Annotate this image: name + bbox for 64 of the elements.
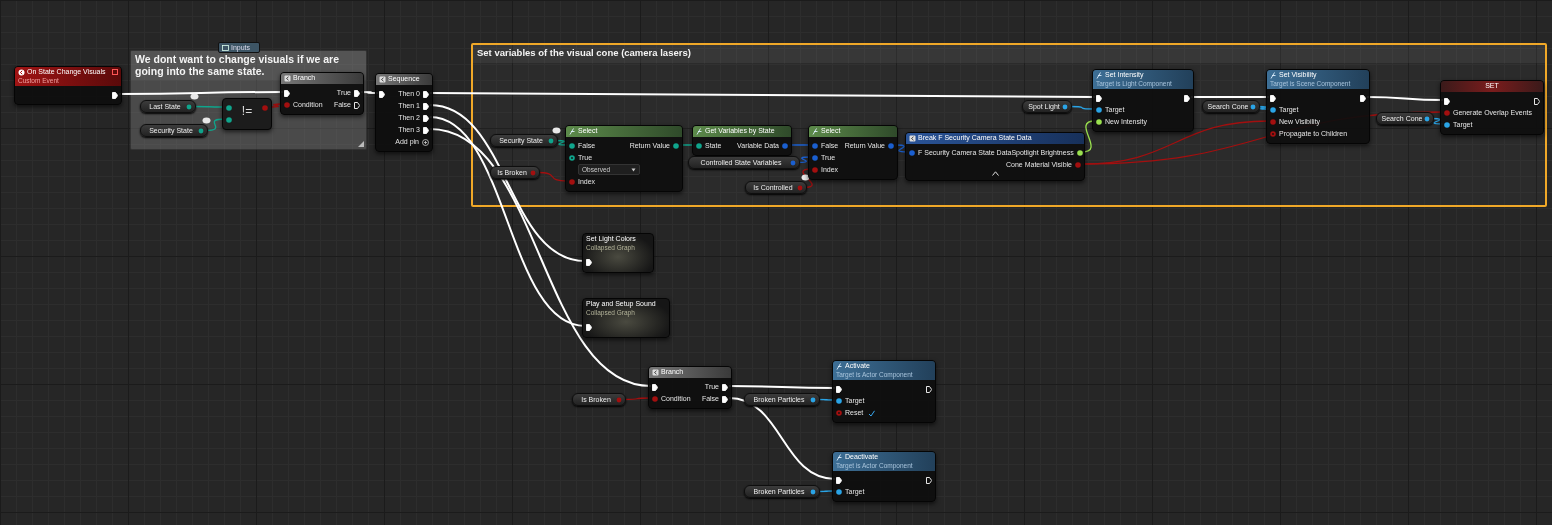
node-icon xyxy=(284,74,291,82)
tag-icon xyxy=(222,44,229,51)
exec-pin-icon[interactable] xyxy=(652,383,658,391)
exec-pin-icon[interactable] xyxy=(423,102,429,110)
exec-pin-icon[interactable] xyxy=(836,476,842,484)
data-pin-icon[interactable] xyxy=(1096,118,1102,125)
exec-pin-icon[interactable] xyxy=(722,395,728,403)
data-pin-icon[interactable] xyxy=(673,142,679,149)
event-icon xyxy=(18,68,25,76)
exec-pin-icon[interactable] xyxy=(284,89,290,97)
node-icon xyxy=(909,134,916,142)
exec-pin-icon[interactable] xyxy=(1270,94,1276,102)
exec-pin-icon[interactable] xyxy=(423,114,429,122)
exec-pin-icon[interactable] xyxy=(354,101,360,109)
exec-pin-icon[interactable] xyxy=(112,91,118,99)
data-pin-icon[interactable] xyxy=(1424,116,1430,122)
exec-pin-icon[interactable] xyxy=(1360,94,1366,102)
delegate-pin-icon[interactable] xyxy=(112,69,118,75)
function-icon xyxy=(812,127,819,135)
exec-pin-icon[interactable] xyxy=(586,258,592,266)
operator-symbol: != xyxy=(241,104,253,118)
data-pin-icon[interactable] xyxy=(1270,106,1276,113)
data-pin-icon[interactable] xyxy=(569,154,575,161)
caret-icon xyxy=(631,167,636,172)
data-pin-icon[interactable] xyxy=(1076,149,1083,156)
data-pin-icon[interactable] xyxy=(226,116,232,123)
exec-pin-icon[interactable] xyxy=(926,385,932,393)
function-icon xyxy=(569,127,576,135)
data-pin-icon[interactable] xyxy=(810,397,816,403)
exec-pin-icon[interactable] xyxy=(836,385,842,393)
checkbox[interactable] xyxy=(868,409,876,417)
exec-pin-icon[interactable] xyxy=(379,90,385,98)
data-pin-icon[interactable] xyxy=(1250,104,1256,110)
data-pin-icon[interactable] xyxy=(1062,104,1068,110)
data-pin-icon[interactable] xyxy=(569,142,575,149)
exec-pin-icon[interactable] xyxy=(1184,94,1190,102)
exec-pin-icon[interactable] xyxy=(926,476,932,484)
data-pin-icon[interactable] xyxy=(1444,121,1450,128)
exec-pin-icon[interactable] xyxy=(1444,97,1450,105)
function-icon xyxy=(696,127,703,135)
exec-pin-icon[interactable] xyxy=(354,89,360,97)
resize-handle-icon[interactable] xyxy=(358,141,364,147)
data-pin-icon[interactable] xyxy=(226,104,232,111)
exec-pin-icon[interactable] xyxy=(1534,97,1540,105)
exec-pin-icon[interactable] xyxy=(722,383,728,391)
data-pin-icon[interactable] xyxy=(1096,106,1102,113)
chevron-up-icon[interactable] xyxy=(991,171,999,176)
data-pin-icon[interactable] xyxy=(810,489,816,495)
exec-pin-icon[interactable] xyxy=(1096,94,1102,102)
comment-title: Set variables of the visual cone (camera lasers) xyxy=(473,45,1545,63)
node-icon xyxy=(379,75,386,83)
function-icon xyxy=(1096,71,1103,79)
data-pin-icon[interactable] xyxy=(836,397,842,404)
exec-pin-icon[interactable] xyxy=(423,90,429,98)
data-pin-icon[interactable] xyxy=(836,488,842,495)
exec-pin-icon[interactable] xyxy=(423,126,429,134)
node-icon xyxy=(652,368,659,376)
exec-pin-icon[interactable] xyxy=(586,323,592,331)
function-icon xyxy=(836,453,843,461)
data-pin-icon[interactable] xyxy=(696,142,702,149)
function-icon xyxy=(836,362,843,370)
add-pin-icon[interactable] xyxy=(422,138,429,146)
function-icon xyxy=(1270,71,1277,79)
compare-node[interactable]: != xyxy=(222,98,272,130)
